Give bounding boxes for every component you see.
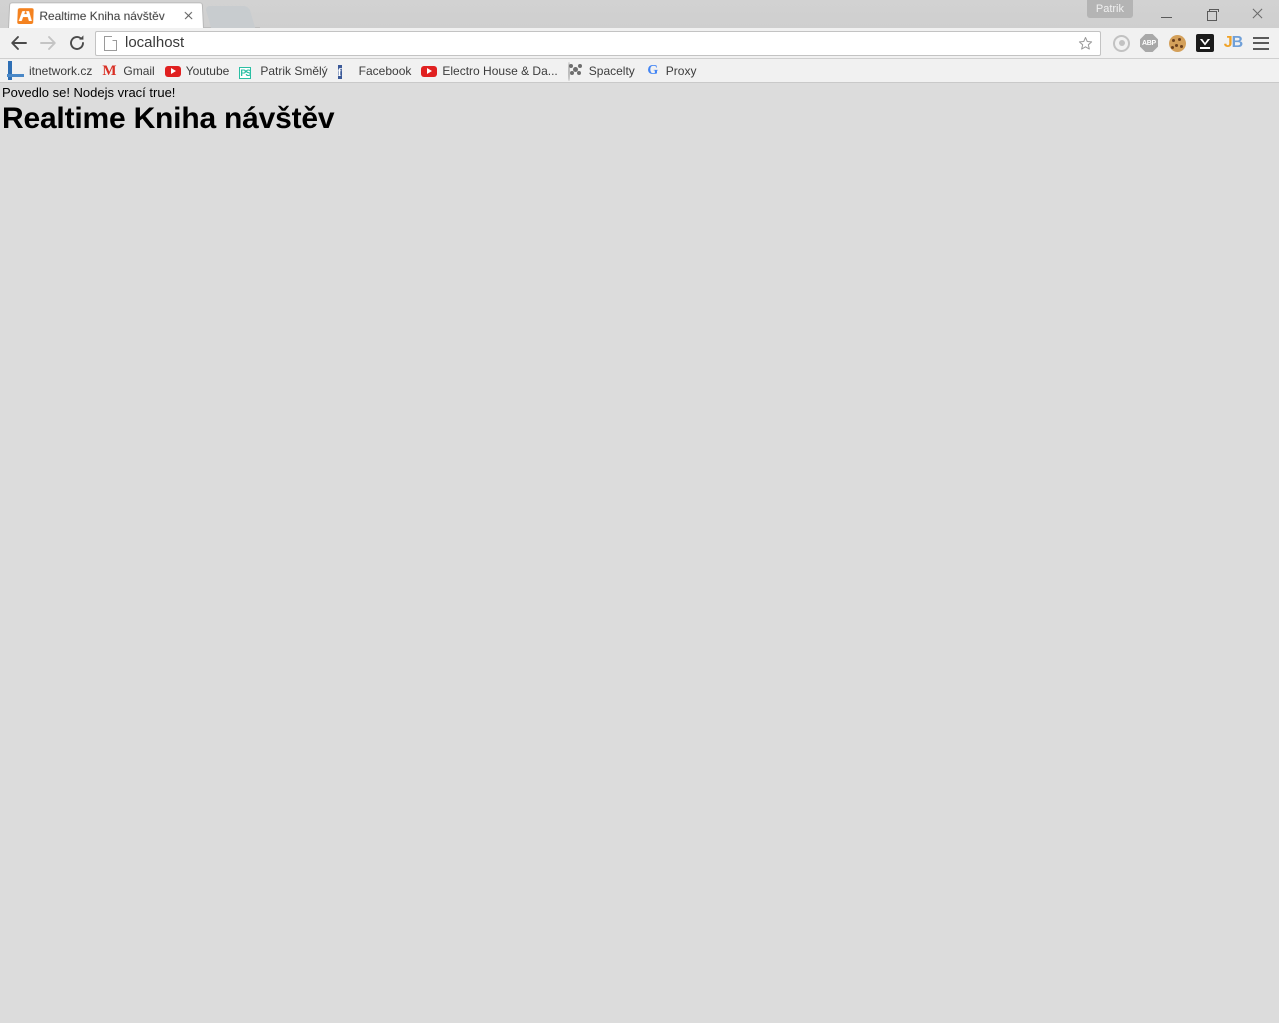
extension-icons: ABP JB [1107, 29, 1275, 58]
close-icon [1251, 8, 1263, 20]
bookmark-gmail[interactable]: M Gmail [98, 61, 160, 81]
close-tab-icon[interactable] [180, 8, 197, 24]
tab-title: Realtime Kniha návštěv [39, 8, 165, 23]
bookmark-label: Electro House & Da... [442, 63, 558, 78]
back-button[interactable] [4, 29, 33, 58]
bookmark-star-icon [1078, 36, 1092, 50]
tab-strip: Realtime Kniha návštěv Patrik [0, 0, 1279, 28]
minimize-icon [1161, 16, 1172, 18]
navigation-toolbar: localhost ABP JB [0, 28, 1279, 59]
bookmark-spacelty[interactable]: Spacelty [564, 61, 641, 81]
address-bar-text: localhost [125, 34, 185, 51]
facebook-icon: f [337, 64, 342, 79]
reload-button[interactable] [62, 29, 91, 58]
new-tab-button[interactable] [204, 6, 256, 28]
bookmark-youtube[interactable]: Youtube [161, 61, 236, 81]
google-icon: G [647, 62, 659, 78]
ghostery-extension-button[interactable] [1107, 29, 1135, 58]
bookmark-label: Gmail [123, 63, 155, 78]
maximize-button[interactable] [1189, 0, 1234, 28]
user-profile-badge[interactable]: Patrik [1086, 0, 1133, 18]
bookmark-facebook[interactable]: f Facebook [334, 61, 418, 81]
bookmark-label: Patrik Smělý [260, 63, 328, 78]
address-bar[interactable]: localhost [95, 30, 1101, 56]
steam-icon [1196, 34, 1214, 52]
bookmarks-bar: itnetwork.cz M Gmail Youtube PS Patrik S… [0, 59, 1279, 83]
minimize-button[interactable] [1144, 0, 1189, 28]
close-window-button[interactable] [1234, 0, 1279, 28]
jetbrains-extension-button[interactable]: JB [1219, 29, 1247, 58]
status-message: Povedlo se! Nodejs vrací true! [2, 85, 176, 100]
window-controls [1144, 0, 1279, 28]
bookmark-label: Youtube [185, 63, 230, 78]
ghostery-icon [1112, 34, 1130, 52]
bookmark-itnetwork[interactable]: itnetwork.cz [4, 60, 98, 81]
reload-icon [69, 35, 84, 50]
adblock-plus-icon: ABP [1140, 34, 1158, 52]
adblock-plus-extension-button[interactable]: ABP [1135, 29, 1163, 58]
chrome-menu-button[interactable] [1247, 29, 1275, 58]
jetbrains-icon: JB [1223, 34, 1243, 51]
restore-icon [1206, 9, 1219, 21]
cookie-icon [1168, 34, 1186, 52]
bookmark-proxy[interactable]: G Proxy [641, 61, 703, 81]
monitor-icon [8, 60, 24, 80]
bookmark-electro-house[interactable]: Electro House & Da... [417, 61, 563, 81]
ball-icon [567, 61, 584, 81]
bookmark-label: itnetwork.cz [29, 63, 93, 78]
browser-window: Realtime Kniha návštěv Patrik localhost … [0, 0, 1279, 1023]
tab-realtime-kniha-navstev[interactable]: Realtime Kniha návštěv [8, 2, 204, 28]
bookmark-label: Proxy [665, 63, 697, 78]
cookie-extension-button[interactable] [1163, 29, 1191, 58]
page-viewport: Povedlo se! Nodejs vrací true! Realtime … [0, 84, 1279, 1023]
bookmark-patrik-smely[interactable]: PS Patrik Smělý [235, 61, 333, 81]
ps-monogram-icon: PS [239, 66, 251, 79]
xampp-favicon-icon [17, 7, 34, 24]
bookmark-label: Spacelty [588, 63, 635, 78]
youtube-icon [164, 63, 181, 79]
hamburger-menu-icon [1253, 36, 1269, 50]
bookmark-label: Facebook [358, 63, 412, 78]
steam-extension-button[interactable] [1191, 29, 1219, 58]
forward-button[interactable] [33, 29, 62, 58]
page-title: Realtime Kniha návštěv [2, 102, 335, 135]
forward-arrow-icon [39, 36, 56, 50]
gmail-icon: M [102, 62, 117, 79]
bookmark-star-button[interactable] [1074, 32, 1096, 54]
back-arrow-icon [10, 36, 27, 50]
youtube-icon [421, 63, 438, 79]
page-document-icon [104, 35, 117, 51]
